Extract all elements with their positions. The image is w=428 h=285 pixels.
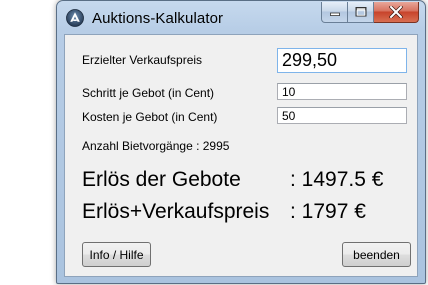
- minimize-button[interactable]: [321, 2, 348, 23]
- title-bar[interactable]: Auktions-Kalkulator: [57, 1, 425, 35]
- total-revenue-label: Erlös+Verkaufspreis: [82, 200, 270, 223]
- bid-count-text: Anzahl Bietvorgänge : 2995: [82, 139, 230, 153]
- bids-revenue-value: : 1497.5 €: [290, 168, 384, 191]
- app-window: Auktions-Kalkulator Erzielter Verkaufspr…: [56, 0, 426, 284]
- step-label: Schritt je Gebot (in Cent): [82, 86, 215, 100]
- close-button[interactable]: [374, 2, 419, 23]
- maximize-icon: [355, 7, 366, 17]
- cost-input[interactable]: [277, 107, 407, 124]
- cost-label: Kosten je Gebot (in Cent): [82, 110, 218, 124]
- caption-buttons: [321, 2, 419, 24]
- step-input[interactable]: [277, 83, 407, 100]
- sale-price-input[interactable]: [277, 48, 407, 73]
- total-revenue-value: : 1797 €: [290, 200, 366, 223]
- quit-button[interactable]: beenden: [342, 242, 411, 267]
- bids-revenue-label: Erlös der Gebote: [82, 168, 241, 191]
- minimize-icon: [329, 12, 340, 16]
- app-icon: [66, 9, 84, 27]
- window-title: Auktions-Kalkulator: [92, 10, 224, 27]
- help-button[interactable]: Info / Hilfe: [82, 242, 151, 267]
- maximize-button[interactable]: [348, 2, 374, 23]
- client-area: Erzielter Verkaufspreis Schritt je Gebot…: [64, 34, 418, 277]
- close-icon: [389, 6, 403, 18]
- sale-price-label: Erzielter Verkaufspreis: [82, 53, 203, 67]
